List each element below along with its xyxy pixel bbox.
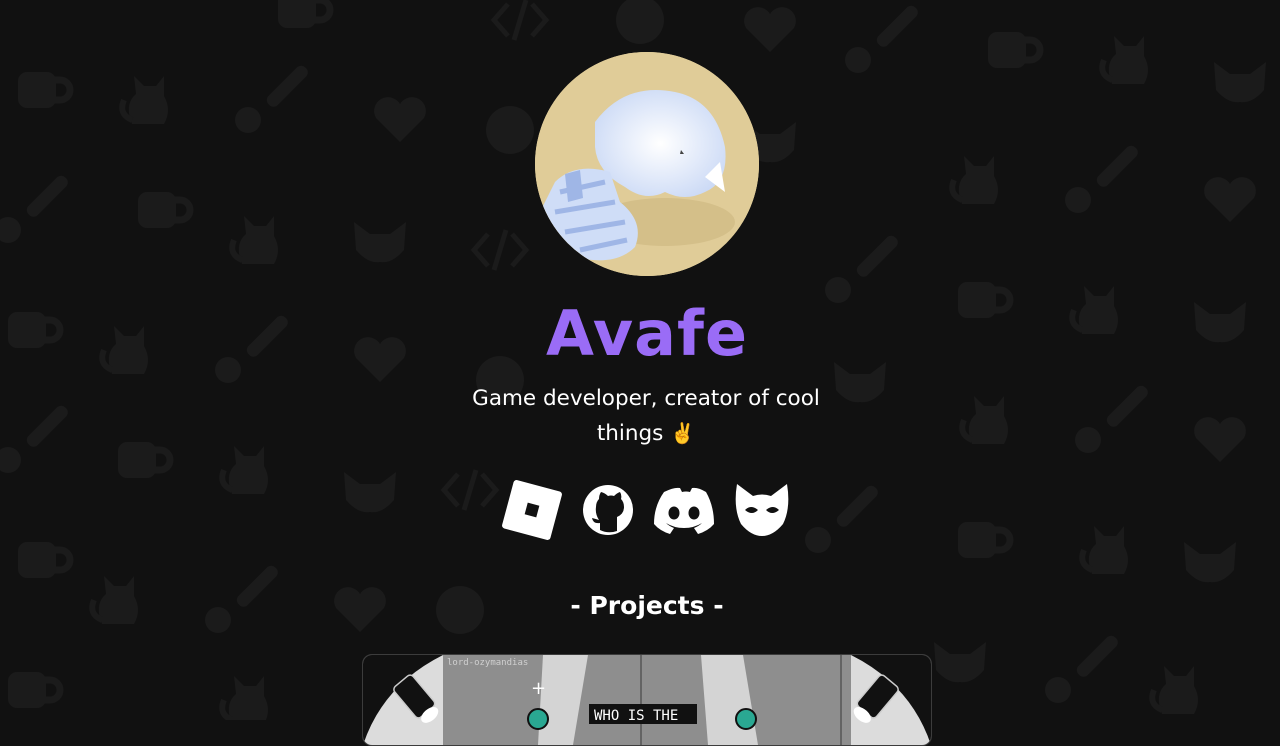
sleeping-cat-avatar-icon — [535, 52, 759, 276]
discord-link[interactable] — [652, 480, 716, 540]
roblox-link[interactable] — [502, 480, 562, 540]
discord-icon — [654, 487, 714, 534]
profile-page: Avafe Game developer, creator of cool th… — [0, 0, 1280, 746]
github-icon — [583, 485, 633, 535]
image-credit: lord-ozymandias — [447, 658, 528, 668]
victory-hand-emoji: ✌️ — [670, 421, 696, 445]
roblox-icon — [502, 480, 562, 540]
svg-text:+: + — [531, 678, 546, 699]
project-thumbnail: + lord-ozymandias WHO IS THE — [363, 655, 931, 745]
avatar — [535, 52, 759, 276]
cat-mask-icon — [735, 484, 789, 536]
github-link[interactable] — [581, 480, 635, 540]
profile-tagline: Game developer, creator of cool things ✌… — [456, 382, 836, 451]
project-card[interactable]: + lord-ozymandias WHO IS THE — [362, 654, 932, 746]
projects-heading: - Projects - — [570, 591, 724, 620]
profile-name: Avafe — [545, 297, 749, 370]
cat-mask-link[interactable] — [735, 480, 789, 540]
tagline-text: Game developer, creator of cool things — [472, 386, 820, 446]
image-text: WHO IS THE — [594, 708, 678, 724]
